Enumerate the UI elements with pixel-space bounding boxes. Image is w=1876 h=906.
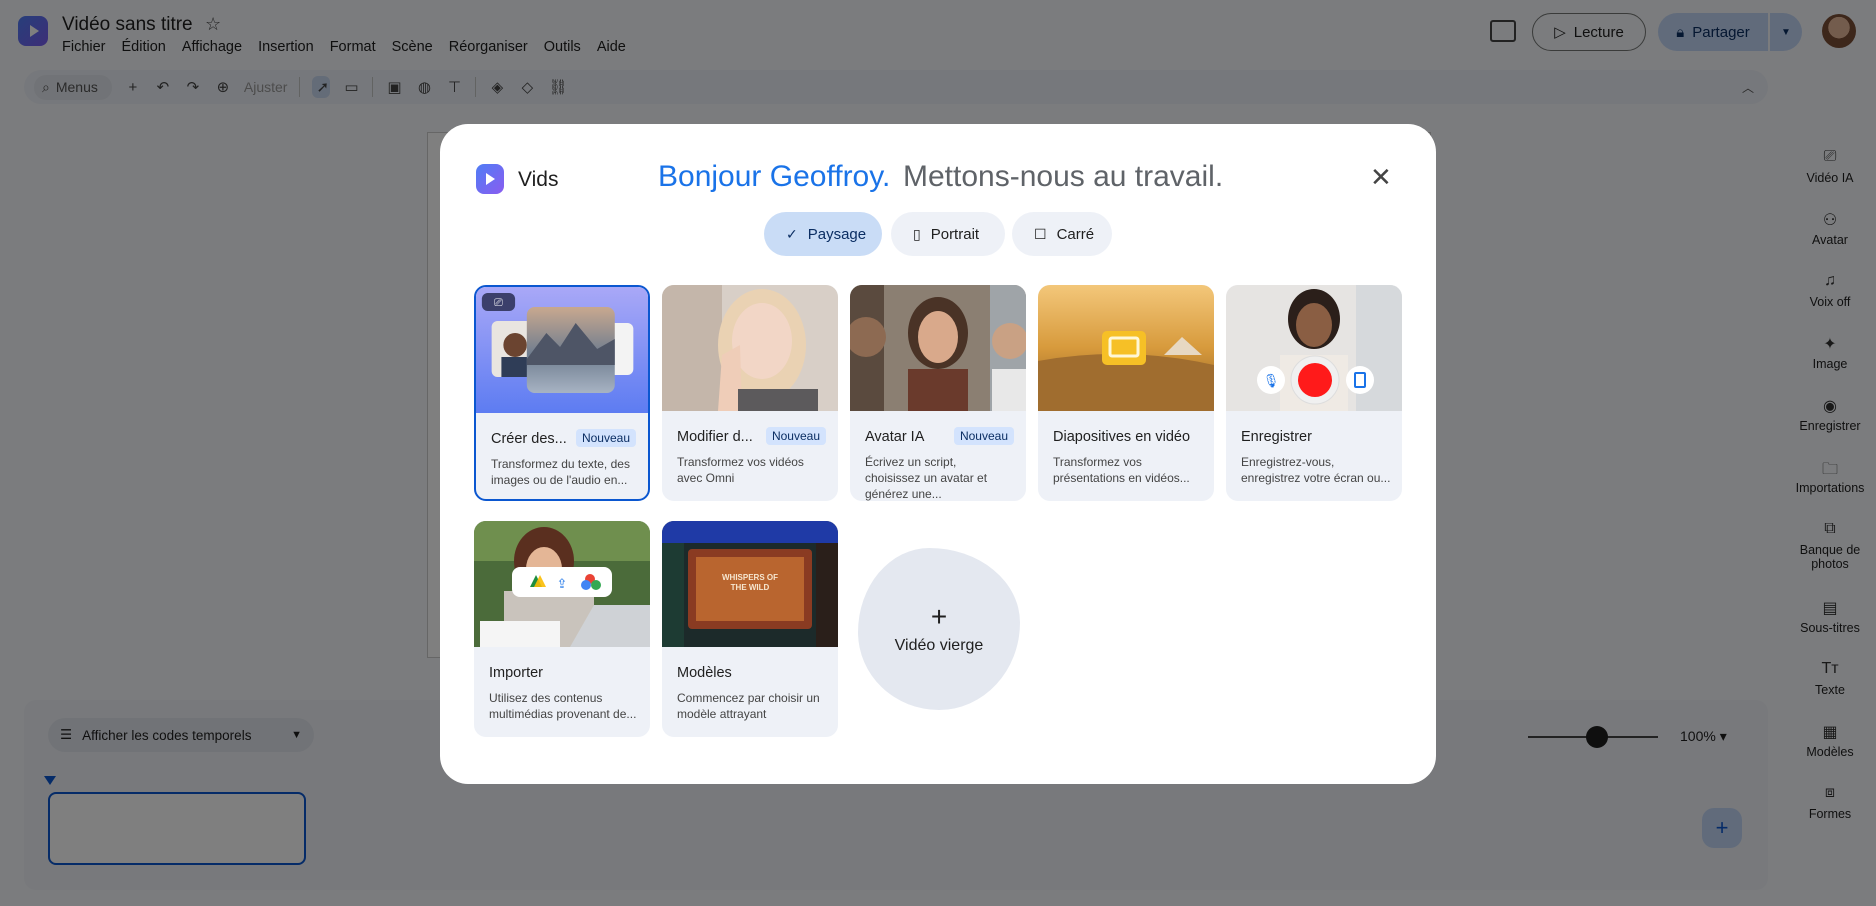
card-ai-avatar[interactable]: Avatar IA Nouveau Écrivez un script, cho… bbox=[850, 285, 1026, 501]
ai-avatar-thumbnail bbox=[850, 285, 1026, 411]
card-description: Commencez par choisir un modèle attrayan… bbox=[677, 691, 820, 721]
card-create-ai-video[interactable]: ⎚ Créer des... Nouveau Transformez du te… bbox=[474, 285, 650, 501]
edit-video-thumbnail bbox=[662, 285, 838, 411]
check-icon: ✓ bbox=[786, 225, 798, 242]
card-edit-video[interactable]: Modifier d... Nouveau Transformez vos vi… bbox=[662, 285, 838, 501]
welcome-dialog: Vids Bonjour Geoffroy. Mettons-nous au t… bbox=[440, 124, 1436, 784]
card-title: Avatar IA bbox=[865, 429, 925, 445]
card-templates[interactable]: WHISPERS OF THE WILD Modèles Commencez p… bbox=[662, 521, 838, 737]
card-description: Transformez vos présentations en vidéos.… bbox=[1053, 455, 1190, 485]
card-title: Créer des... bbox=[491, 431, 567, 447]
plus-icon: + bbox=[930, 601, 948, 632]
card-title: Modèles bbox=[677, 665, 732, 681]
card-description: Transformez vos vidéos avec Omni bbox=[677, 455, 804, 485]
greeting-name: Bonjour Geoffroy. bbox=[658, 160, 891, 193]
card-title: Importer bbox=[489, 665, 543, 681]
template-thumb-text: WHISPERS OF THE WILD bbox=[721, 573, 778, 592]
import-thumbnail: ⇪ bbox=[474, 521, 650, 647]
svg-text:⇪: ⇪ bbox=[557, 577, 568, 592]
format-portrait[interactable]: ▯ Portrait bbox=[891, 212, 1005, 256]
dialog-brand: Vids bbox=[518, 168, 559, 191]
format-square[interactable]: ☐ Carré bbox=[1012, 212, 1112, 256]
svg-text:⎚: ⎚ bbox=[494, 296, 503, 309]
format-label: Paysage bbox=[807, 225, 867, 243]
card-title: Enregistrer bbox=[1241, 429, 1312, 445]
portrait-icon: ▯ bbox=[913, 225, 921, 242]
card-import[interactable]: ⇪ Importer Utilisez des contenus multimé… bbox=[474, 521, 650, 737]
svg-text:🎙︎: 🎙︎ bbox=[1263, 373, 1280, 389]
format-label: Portrait bbox=[930, 225, 980, 243]
card-slides-to-video[interactable]: Diapositives en vidéo Transformez vos pr… bbox=[1038, 285, 1214, 501]
card-record[interactable]: 🎙︎ Enregistrer Enregistrez-vous, enregis… bbox=[1226, 285, 1402, 501]
vids-logo-icon bbox=[476, 164, 504, 194]
new-badge: Nouveau bbox=[765, 427, 826, 445]
blank-video-label: Vidéo vierge bbox=[894, 637, 984, 654]
new-badge: Nouveau bbox=[953, 427, 1014, 445]
format-landscape[interactable]: ✓ Paysage bbox=[764, 212, 882, 256]
card-description: Écrivez un script, choisissez un avatar … bbox=[865, 455, 988, 501]
record-thumbnail: 🎙︎ bbox=[1226, 285, 1402, 411]
card-description: Transformez du texte, des images ou de l… bbox=[491, 457, 630, 487]
create-video-thumbnail: ⎚ bbox=[476, 287, 648, 413]
card-description: Enregistrez-vous, enregistrez votre écra… bbox=[1241, 455, 1391, 485]
card-title: Diapositives en vidéo bbox=[1053, 429, 1191, 445]
new-badge: Nouveau bbox=[575, 429, 636, 447]
slides-to-video-thumbnail bbox=[1038, 285, 1214, 411]
card-description: Utilisez des contenus multimédias proven… bbox=[489, 691, 637, 721]
square-icon: ☐ bbox=[1034, 225, 1047, 242]
close-icon[interactable]: ✕ bbox=[1370, 162, 1392, 193]
greeting-tagline: Mettons-nous au travail. bbox=[903, 160, 1224, 193]
blank-video-button[interactable]: + Vidéo vierge bbox=[858, 548, 1020, 710]
format-label: Carré bbox=[1056, 225, 1095, 243]
card-title: Modifier d... bbox=[677, 429, 753, 445]
